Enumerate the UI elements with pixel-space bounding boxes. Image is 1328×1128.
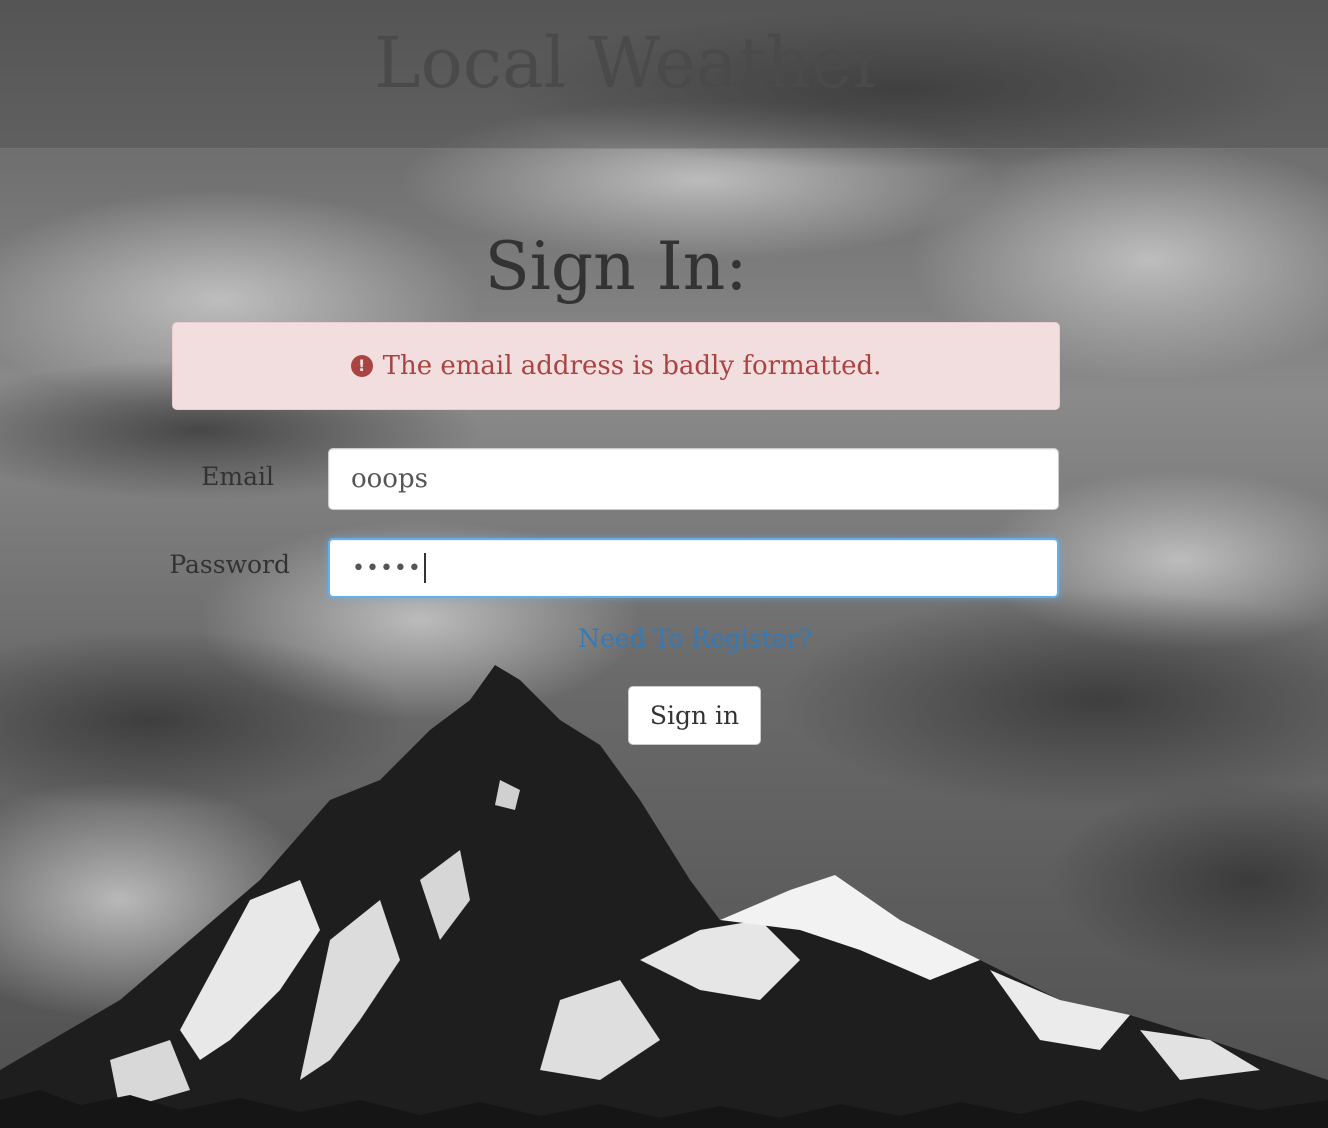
email-label: Email [201,462,274,491]
email-value: ooops [351,464,428,494]
register-link[interactable]: Need To Register? [540,624,850,653]
password-label: Password [169,550,290,579]
error-message: The email address is badly formatted. [382,351,882,381]
password-field[interactable]: ••••• [328,538,1059,598]
exclamation-circle-icon: ! [350,355,373,377]
sign-in-button[interactable]: Sign in [628,686,761,745]
email-field[interactable]: ooops [328,448,1059,510]
text-caret [423,553,426,583]
header-bar: Local Weather [0,0,1328,149]
sign-in-button-label: Sign in [649,701,740,730]
error-alert: ! The email address is badly formatted. [172,322,1060,410]
page-title: Sign In: [484,228,748,305]
password-masked-value: ••••• [352,555,422,581]
app-title: Local Weather [374,22,886,104]
